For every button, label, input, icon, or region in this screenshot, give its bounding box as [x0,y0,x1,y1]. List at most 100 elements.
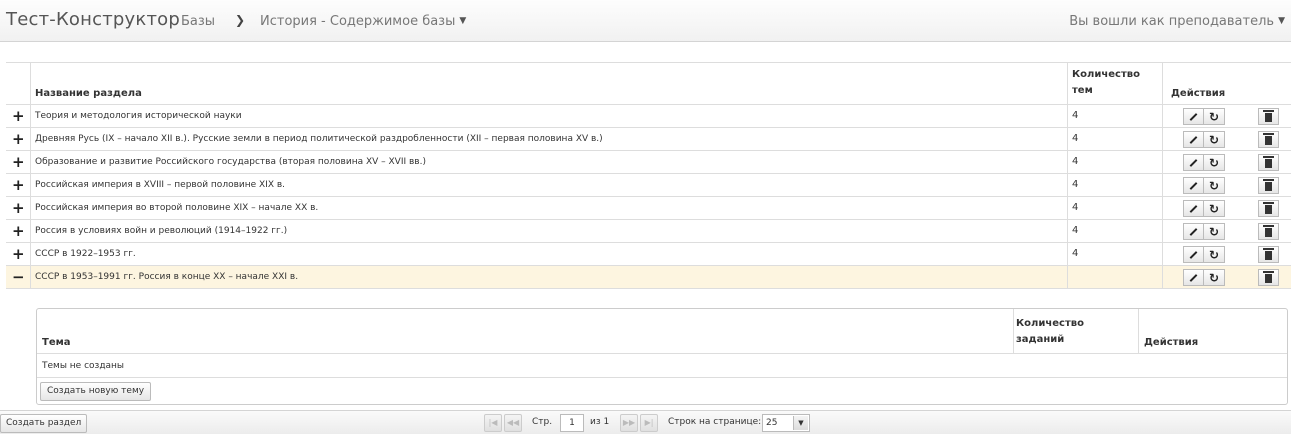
edit-button[interactable] [1183,108,1204,125]
trash-icon [1263,156,1274,168]
next-page-button[interactable]: ▶▶ [620,414,638,432]
refresh-icon: ↻ [1208,155,1220,170]
refresh-button[interactable]: ↻ [1204,131,1225,148]
section-name: Российская империя в XVIII – первой поло… [35,180,286,190]
breadcrumb-current-label: История - Содержимое базы [260,14,456,29]
pencil-icon [1189,250,1198,259]
top-navbar: Тест-Конструктор Базы ❯ История - Содерж… [0,0,1291,42]
expand-plus-icon[interactable]: + [12,109,25,124]
user-menu-label: Вы вошли как преподаватель [1069,14,1275,29]
last-page-icon: ▶| [644,418,654,427]
page-label: Стр. [532,417,553,427]
expand-plus-icon[interactable]: + [12,132,25,147]
refresh-button[interactable]: ↻ [1204,246,1225,263]
section-count: 4 [1072,110,1079,121]
refresh-button[interactable]: ↻ [1204,200,1225,217]
edit-button[interactable] [1183,131,1204,148]
refresh-button[interactable]: ↻ [1204,108,1225,125]
expand-plus-icon[interactable]: + [12,155,25,170]
table-row: + Древняя Русь (IX – начало XII в.). Рус… [6,128,1291,151]
breadcrumb-root[interactable]: Базы [181,14,215,29]
sections-table: Название раздела Количество тем Действия… [6,62,1291,289]
refresh-button[interactable]: ↻ [1204,177,1225,194]
delete-button[interactable] [1258,269,1279,286]
expand-plus-icon[interactable]: + [12,178,25,193]
row-action-group: ↻ [1183,200,1225,217]
refresh-icon: ↻ [1208,178,1220,193]
edit-button[interactable] [1183,269,1204,286]
create-theme-button[interactable]: Создать новую тему [40,382,152,401]
edit-button[interactable] [1183,154,1204,171]
row-action-group: ↻ [1183,223,1225,240]
edit-button[interactable] [1183,246,1204,263]
expand-plus-icon[interactable]: + [12,247,25,262]
delete-button[interactable] [1258,177,1279,194]
caret-down-icon: ▼ [1278,16,1285,26]
last-page-button[interactable]: ▶| [640,414,658,432]
delete-button[interactable] [1258,223,1279,240]
refresh-button[interactable]: ↻ [1204,154,1225,171]
first-page-icon: |◀ [488,418,498,427]
edit-button[interactable] [1183,223,1204,240]
delete-button[interactable] [1258,131,1279,148]
delete-button[interactable] [1258,246,1279,263]
refresh-icon: ↻ [1208,201,1220,216]
section-name: Древняя Русь (IX – начало XII в.). Русск… [35,134,603,144]
pencil-icon [1189,135,1198,144]
section-name: СССР в 1953–1991 гг. Россия в конце XX –… [35,272,299,282]
app-brand[interactable]: Тест-Конструктор [6,9,180,30]
expand-plus-icon[interactable]: + [12,201,25,216]
section-count: 4 [1072,202,1079,213]
breadcrumb-current[interactable]: История - Содержимое базы ▼ [260,14,466,29]
refresh-icon: ↻ [1208,224,1220,239]
table-header: Название раздела Количество тем Действия [6,63,1291,105]
delete-button[interactable] [1258,108,1279,125]
section-count: 4 [1072,156,1079,167]
section-name: Российская империя во второй половине XI… [35,203,319,213]
section-name: СССР в 1922–1953 гг. [35,249,136,259]
empty-message: Темы не созданы [42,361,125,371]
section-count: 4 [1072,248,1079,259]
trash-icon [1263,225,1274,237]
row-action-group: ↻ [1183,154,1225,171]
prev-page-button[interactable]: ◀◀ [504,414,522,432]
trash-icon [1263,248,1274,260]
user-menu[interactable]: Вы вошли как преподаватель ▼ [1069,14,1285,29]
section-count: 4 [1072,225,1079,236]
table-row: + Образование и развитие Российского гос… [6,151,1291,174]
pencil-icon [1189,158,1198,167]
refresh-button[interactable]: ↻ [1204,269,1225,286]
column-header-theme-actions: Действия [1138,309,1288,353]
table-row-expanded: − СССР в 1953–1991 гг. Россия в конце XX… [6,266,1291,289]
refresh-icon: ↻ [1208,132,1220,147]
create-section-button[interactable]: Создать раздел [0,414,88,433]
rows-per-page-select[interactable]: 25 ▼ [762,414,810,432]
edit-button[interactable] [1183,177,1204,194]
pencil-icon [1189,204,1198,213]
pencil-icon [1189,112,1198,121]
refresh-icon: ↻ [1208,109,1220,124]
page-number-input[interactable]: 1 [560,414,584,432]
edit-button[interactable] [1183,200,1204,217]
delete-button[interactable] [1258,200,1279,217]
column-header-tasks-count[interactable]: Количество заданий [1013,309,1138,353]
column-header-theme[interactable]: Тема [37,309,1013,353]
trash-icon [1263,271,1274,283]
breadcrumb-chevron-icon: ❯ [235,13,246,27]
row-action-group: ↻ [1183,269,1225,286]
table-row: + Россия в условиях войн и революций (19… [6,220,1291,243]
caret-down-icon: ▼ [459,16,467,26]
next-page-icon: ▶▶ [622,418,636,427]
trash-icon [1263,179,1274,191]
refresh-button[interactable]: ↻ [1204,223,1225,240]
row-action-group: ↻ [1183,131,1225,148]
column-header-name[interactable]: Название раздела [30,63,1067,104]
collapse-minus-icon[interactable]: − [12,270,25,285]
column-header-count[interactable]: Количество тем [1067,63,1162,104]
pencil-icon [1189,227,1198,236]
pencil-icon [1189,273,1198,282]
delete-button[interactable] [1258,154,1279,171]
expand-plus-icon[interactable]: + [12,224,25,239]
first-page-button[interactable]: |◀ [484,414,502,432]
table-row: + Российская империя во второй половине … [6,197,1291,220]
